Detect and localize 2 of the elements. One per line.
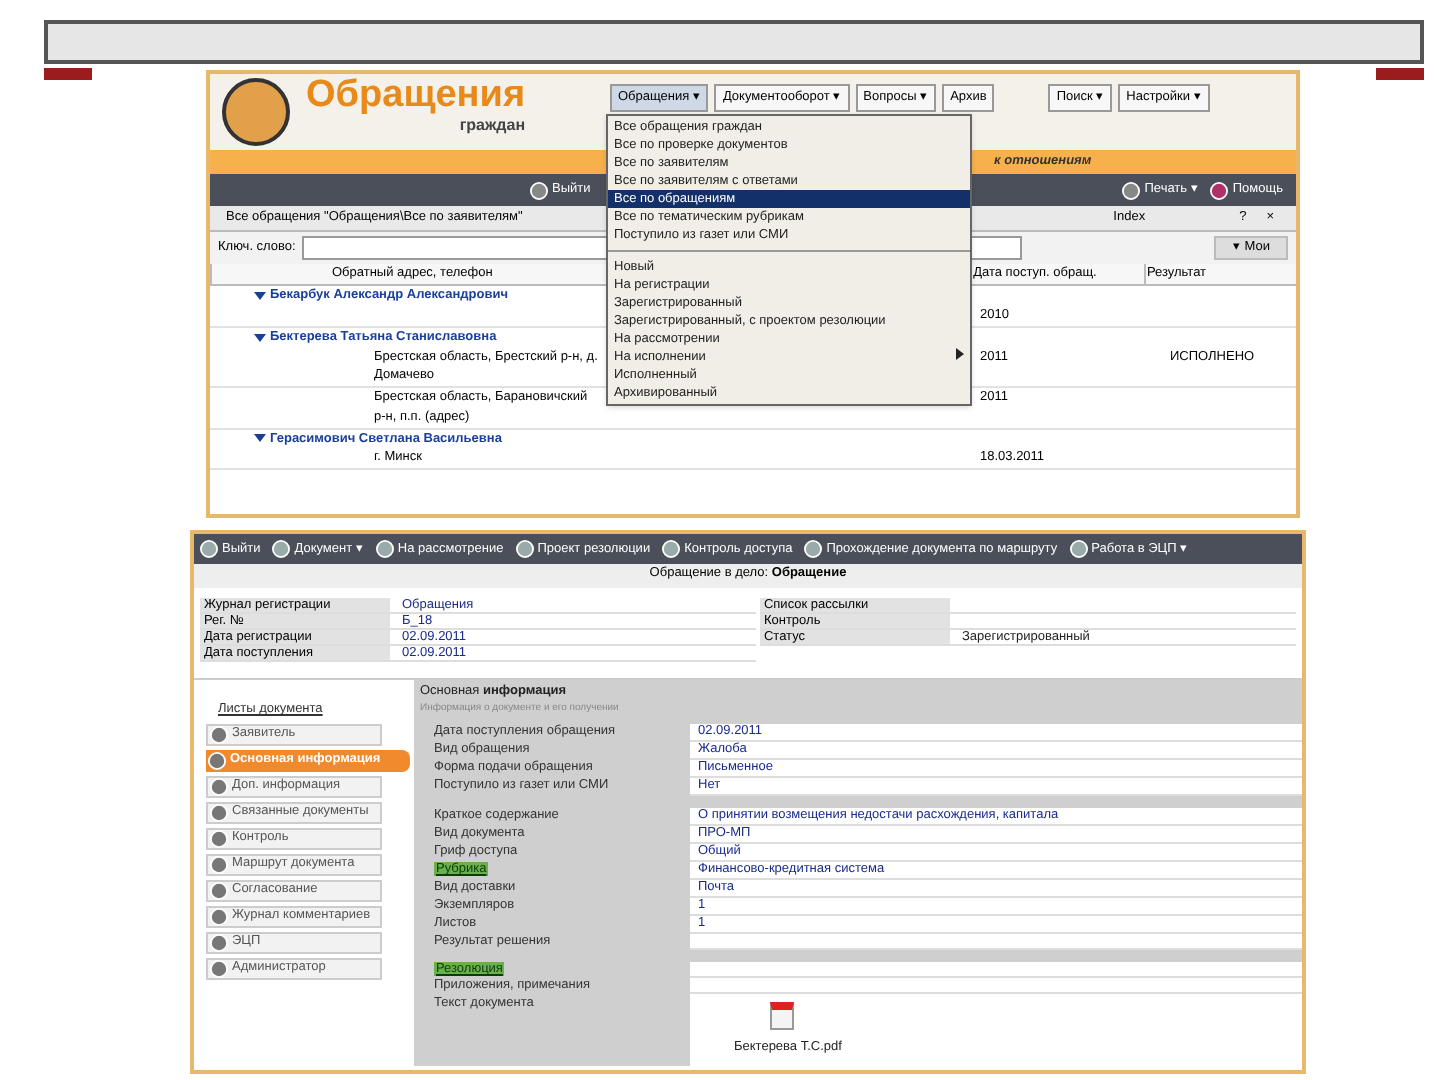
logo-subtitle: граждан [459,114,526,138]
logo-title: Обращения [306,76,526,114]
